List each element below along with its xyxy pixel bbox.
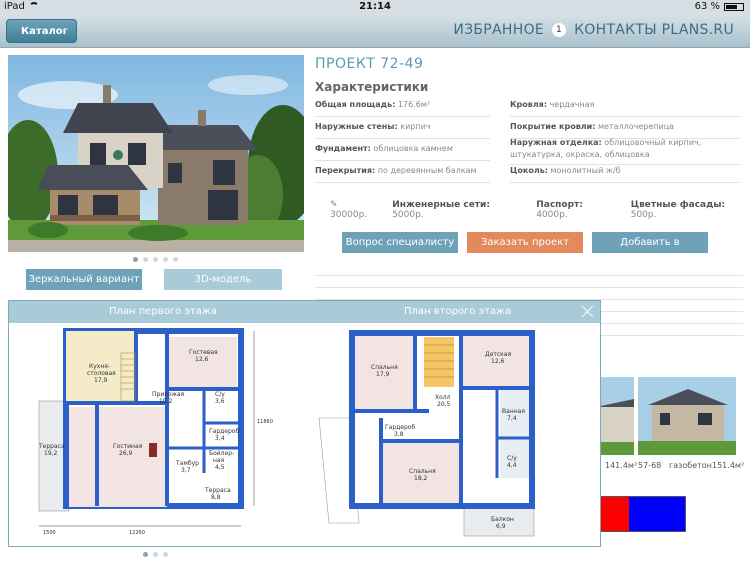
- svg-text:Терраса: Терраса: [38, 443, 65, 450]
- thumb-material: газобетон: [669, 461, 712, 470]
- house-thumb-image: [638, 377, 736, 455]
- svg-text:Детская: Детская: [485, 351, 511, 358]
- svg-text:4,4: 4,4: [507, 462, 517, 469]
- svg-text:26,9: 26,9: [119, 450, 133, 457]
- svg-text:Спальня: Спальня: [409, 468, 436, 475]
- color-swatch-blue[interactable]: [629, 497, 685, 531]
- svg-text:Прихожая: Прихожая: [152, 391, 185, 398]
- svg-text:18,2: 18,2: [414, 475, 428, 482]
- first-floor-plan: 1500 12260 11860 Кухня- столовая 17,9 Го…: [38, 328, 273, 536]
- svg-text:С/у: С/у: [507, 455, 517, 462]
- similar-project-thumb[interactable]: [638, 377, 736, 455]
- svg-text:3,4: 3,4: [215, 435, 225, 442]
- svg-text:Кухня-: Кухня-: [89, 363, 110, 370]
- svg-text:12,6: 12,6: [491, 358, 505, 365]
- svg-text:12,6: 12,6: [195, 356, 209, 363]
- spec-row: Цоколь: монолитный ж/б: [510, 162, 740, 183]
- spec-row: Наружные стены: кирпич: [315, 118, 490, 139]
- svg-text:Холл: Холл: [435, 394, 451, 401]
- svg-text:Бойлер-: Бойлер-: [209, 450, 234, 457]
- price-item: ✎ 30000р.: [330, 200, 368, 220]
- overlay-header: План первого этажа План второго этажа: [9, 301, 600, 323]
- second-floor-plan: Спальня 17,9 Детская 12,6 Холл 20,5 Ванн…: [318, 330, 535, 537]
- spec-row: Общая площадь: 176.6м²: [315, 96, 490, 117]
- contacts-link[interactable]: КОНТАКТЫ PLANS.RU: [574, 22, 734, 38]
- pencil-icon: ✎: [330, 200, 338, 210]
- first-floor-title: План первого этажа: [109, 306, 217, 317]
- svg-text:Ванная: Ванная: [502, 408, 525, 415]
- svg-text:17,9: 17,9: [94, 377, 108, 384]
- battery-percent: 63 %: [694, 1, 720, 12]
- favorites-link[interactable]: ИЗБРАННОЕ: [453, 22, 544, 38]
- svg-text:Гардероб: Гардероб: [385, 424, 415, 431]
- ask-specialist-button[interactable]: Вопрос специалисту: [342, 232, 458, 253]
- order-project-button[interactable]: Заказать проект: [467, 232, 583, 253]
- mirror-variant-button[interactable]: Зеркальный вариант: [26, 269, 142, 290]
- svg-text:3,7: 3,7: [181, 467, 191, 474]
- facade-color-swatches[interactable]: [600, 496, 686, 532]
- price-item: Цветные фасады: 500р.: [630, 200, 726, 220]
- svg-text:С/у: С/у: [215, 391, 225, 398]
- spec-row: Перекрытия: по деревянным балкам: [315, 162, 490, 183]
- svg-text:12260: 12260: [129, 530, 145, 536]
- svg-text:столовая: столовая: [87, 370, 116, 377]
- svg-text:7,4: 7,4: [507, 415, 517, 422]
- svg-text:ная: ная: [213, 457, 225, 464]
- spec-row: Фундамент: облицовка камнем: [315, 140, 490, 161]
- price-item: Паспорт: 4000р.: [536, 200, 583, 220]
- back-button[interactable]: Каталог: [6, 19, 77, 43]
- price-item: Инженерные сети: 5000р.: [392, 200, 490, 220]
- house-illustration: [8, 55, 304, 252]
- variant-buttons: Зеркальный вариант 3D-модель: [26, 269, 282, 290]
- clock: 21:14: [359, 1, 391, 12]
- svg-text:4,5: 4,5: [215, 464, 225, 471]
- color-swatch-red[interactable]: [601, 497, 629, 531]
- status-bar: iPad 21:14 63 %: [0, 0, 750, 14]
- svg-text:1500: 1500: [43, 530, 56, 536]
- photo-pager[interactable]: [133, 257, 178, 262]
- favorites-count-badge: 1: [552, 23, 567, 37]
- add-favorite-button[interactable]: Добавить в избранное: [592, 232, 708, 269]
- svg-text:Терраса: Терраса: [204, 487, 231, 494]
- nav-bar: Каталог ИЗБРАННОЕ 1 КОНТАКТЫ PLANS.RU: [0, 14, 750, 48]
- svg-text:3,6: 3,6: [215, 398, 225, 405]
- second-floor-title: План второго этажа: [404, 306, 512, 317]
- thumb-area: 141.4м²: [605, 461, 638, 470]
- svg-text:20,5: 20,5: [437, 401, 451, 408]
- action-buttons: Вопрос специалисту Заказать проект Добав…: [342, 232, 708, 269]
- svg-text:Гардероб: Гардероб: [209, 428, 239, 435]
- thumb-area: 151.4м²: [712, 461, 745, 470]
- svg-text:6,9: 6,9: [496, 523, 506, 530]
- svg-text:Спальня: Спальня: [371, 364, 398, 371]
- house-photo[interactable]: [8, 55, 304, 252]
- spec-row: Наружная отделка: облицовочный кирпич, ш…: [510, 136, 740, 165]
- svg-text:Гостевая: Гостевая: [189, 349, 218, 356]
- app-root: iPad 21:14 63 % Каталог ИЗБРАННОЕ 1 КОНТ…: [0, 0, 750, 563]
- svg-text:Тамбур: Тамбур: [175, 460, 199, 467]
- specs-heading: Характеристики: [315, 80, 429, 94]
- floor-plan-overlay: План первого этажа План второго этажа 15…: [8, 300, 601, 547]
- svg-text:Гостиная: Гостиная: [113, 443, 143, 450]
- svg-text:3,8: 3,8: [394, 431, 404, 438]
- close-icon[interactable]: [581, 305, 594, 318]
- nav-links: ИЗБРАННОЕ 1 КОНТАКТЫ PLANS.RU: [453, 22, 734, 38]
- svg-text:11860: 11860: [257, 419, 273, 425]
- thumb-code: 57-68: [638, 461, 662, 470]
- svg-text:Балкон: Балкон: [491, 516, 514, 523]
- svg-text:19,2: 19,2: [44, 450, 58, 457]
- price-list: ✎ 30000р. Инженерные сети: 5000р. Паспор…: [330, 200, 750, 220]
- svg-text:17,9: 17,9: [376, 371, 390, 378]
- battery-icon: [724, 2, 744, 11]
- svg-text:19,2: 19,2: [159, 398, 173, 405]
- svg-text:8,8: 8,8: [211, 494, 221, 501]
- battery-status: 63 %: [695, 1, 744, 12]
- floor-plans[interactable]: 1500 12260 11860 Кухня- столовая 17,9 Го…: [9, 323, 602, 548]
- plan-pager[interactable]: [143, 552, 168, 557]
- 3d-model-button[interactable]: 3D-модель: [164, 269, 282, 290]
- spec-row: Кровля: чердачная: [510, 96, 740, 117]
- project-title: ПРОЕКТ 72-49: [315, 56, 424, 72]
